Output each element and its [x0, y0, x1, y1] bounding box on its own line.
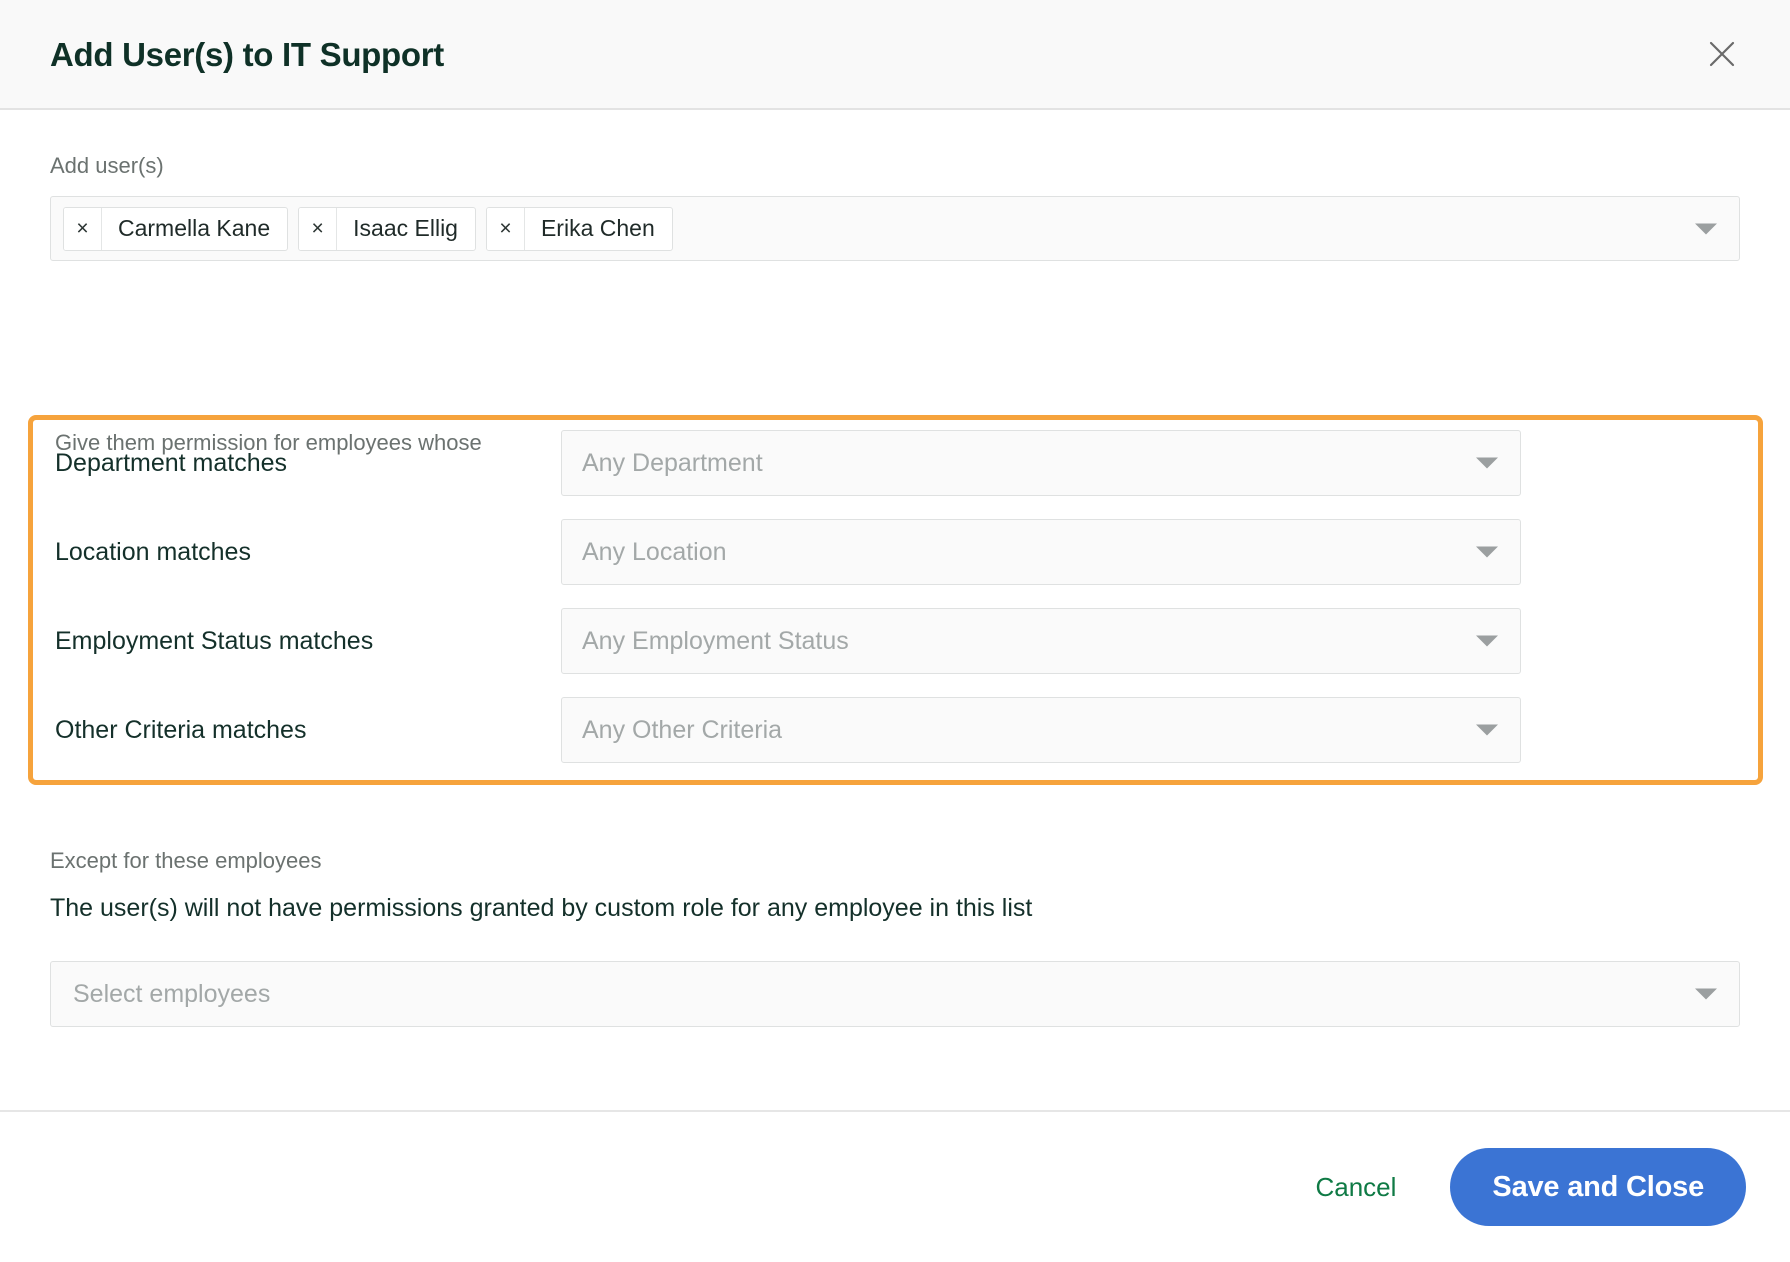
select-employees-input[interactable]: Select employees	[50, 961, 1740, 1027]
chip-remove-icon[interactable]: ×	[486, 207, 525, 250]
cancel-button[interactable]: Cancel	[1289, 1160, 1422, 1214]
add-users-section: Add user(s) × Carmella Kane × Isaac Elli…	[50, 155, 1740, 261]
other-criteria-select-value: Any Other Criteria	[582, 715, 783, 744]
employment-status-select-value: Any Employment Status	[582, 626, 849, 655]
employment-status-caret-down-icon[interactable]	[1476, 635, 1498, 647]
chip-remove-icon[interactable]: ×	[64, 207, 102, 250]
caret-down-icon	[1476, 546, 1498, 558]
close-icon	[1707, 39, 1737, 69]
user-chip[interactable]: × Erika Chen	[485, 206, 673, 251]
add-users-multiselect[interactable]: × Carmella Kane × Isaac Ellig × Erika Ch…	[50, 196, 1740, 261]
modal-header: Add User(s) to IT Support	[0, 0, 1790, 110]
add-users-caret-down-icon[interactable]	[1695, 223, 1717, 234]
criteria-label-employment-status: Employment Status matches	[55, 626, 374, 655]
chip-label: Carmella Kane	[118, 215, 271, 241]
location-select[interactable]: Any Location	[561, 519, 1521, 585]
other-criteria-caret-down-icon[interactable]	[1476, 724, 1498, 736]
user-chip[interactable]: × Isaac Ellig	[298, 206, 476, 251]
department-caret-down-icon[interactable]	[1476, 457, 1498, 469]
modal-footer: Cancel Save and Close	[0, 1110, 1790, 1262]
caret-down-icon	[1476, 724, 1498, 736]
other-criteria-select[interactable]: Any Other Criteria	[561, 697, 1521, 763]
page-title: Add User(s) to IT Support	[50, 35, 444, 73]
add-users-modal: Add User(s) to IT Support Add user(s) × …	[0, 0, 1790, 1262]
modal-body: Add user(s) × Carmella Kane × Isaac Elli…	[0, 110, 1790, 1110]
criteria-label-department: Department matches	[55, 448, 288, 477]
except-employees-section: Except for these employees The user(s) w…	[50, 850, 1740, 1027]
caret-down-icon	[1476, 457, 1498, 469]
criteria-row: Department matches Any Department	[33, 430, 1758, 496]
close-button[interactable]	[1698, 30, 1746, 78]
user-chip[interactable]: × Carmella Kane	[63, 206, 289, 251]
except-title: Except for these employees	[50, 848, 322, 873]
criteria-label-location: Location matches	[55, 537, 251, 566]
caret-down-icon	[1695, 988, 1717, 1000]
location-select-value: Any Location	[582, 537, 727, 566]
criteria-row: Other Criteria matches Any Other Criteri…	[33, 697, 1758, 763]
employment-status-select[interactable]: Any Employment Status	[561, 608, 1521, 674]
chip-remove-icon[interactable]: ×	[299, 207, 338, 250]
permission-criteria-highlight: Give them permission for employees whose…	[28, 415, 1763, 785]
chip-label: Erika Chen	[540, 215, 655, 241]
criteria-label-other-criteria: Other Criteria matches	[55, 715, 307, 744]
select-employees-placeholder: Select employees	[73, 979, 271, 1008]
criteria-row: Location matches Any Location	[33, 519, 1758, 585]
save-and-close-button[interactable]: Save and Close	[1450, 1148, 1746, 1226]
select-employees-caret-down-icon[interactable]	[1695, 988, 1717, 1000]
caret-down-icon	[1476, 635, 1498, 647]
add-users-label: Add user(s)	[50, 153, 164, 178]
except-description: The user(s) will not have permissions gr…	[50, 894, 1033, 922]
chip-label: Isaac Ellig	[353, 215, 458, 241]
department-select-value: Any Department	[582, 448, 763, 477]
location-caret-down-icon[interactable]	[1476, 546, 1498, 558]
criteria-row: Employment Status matches Any Employment…	[33, 608, 1758, 674]
caret-down-icon	[1695, 223, 1717, 234]
department-select[interactable]: Any Department	[561, 430, 1521, 496]
